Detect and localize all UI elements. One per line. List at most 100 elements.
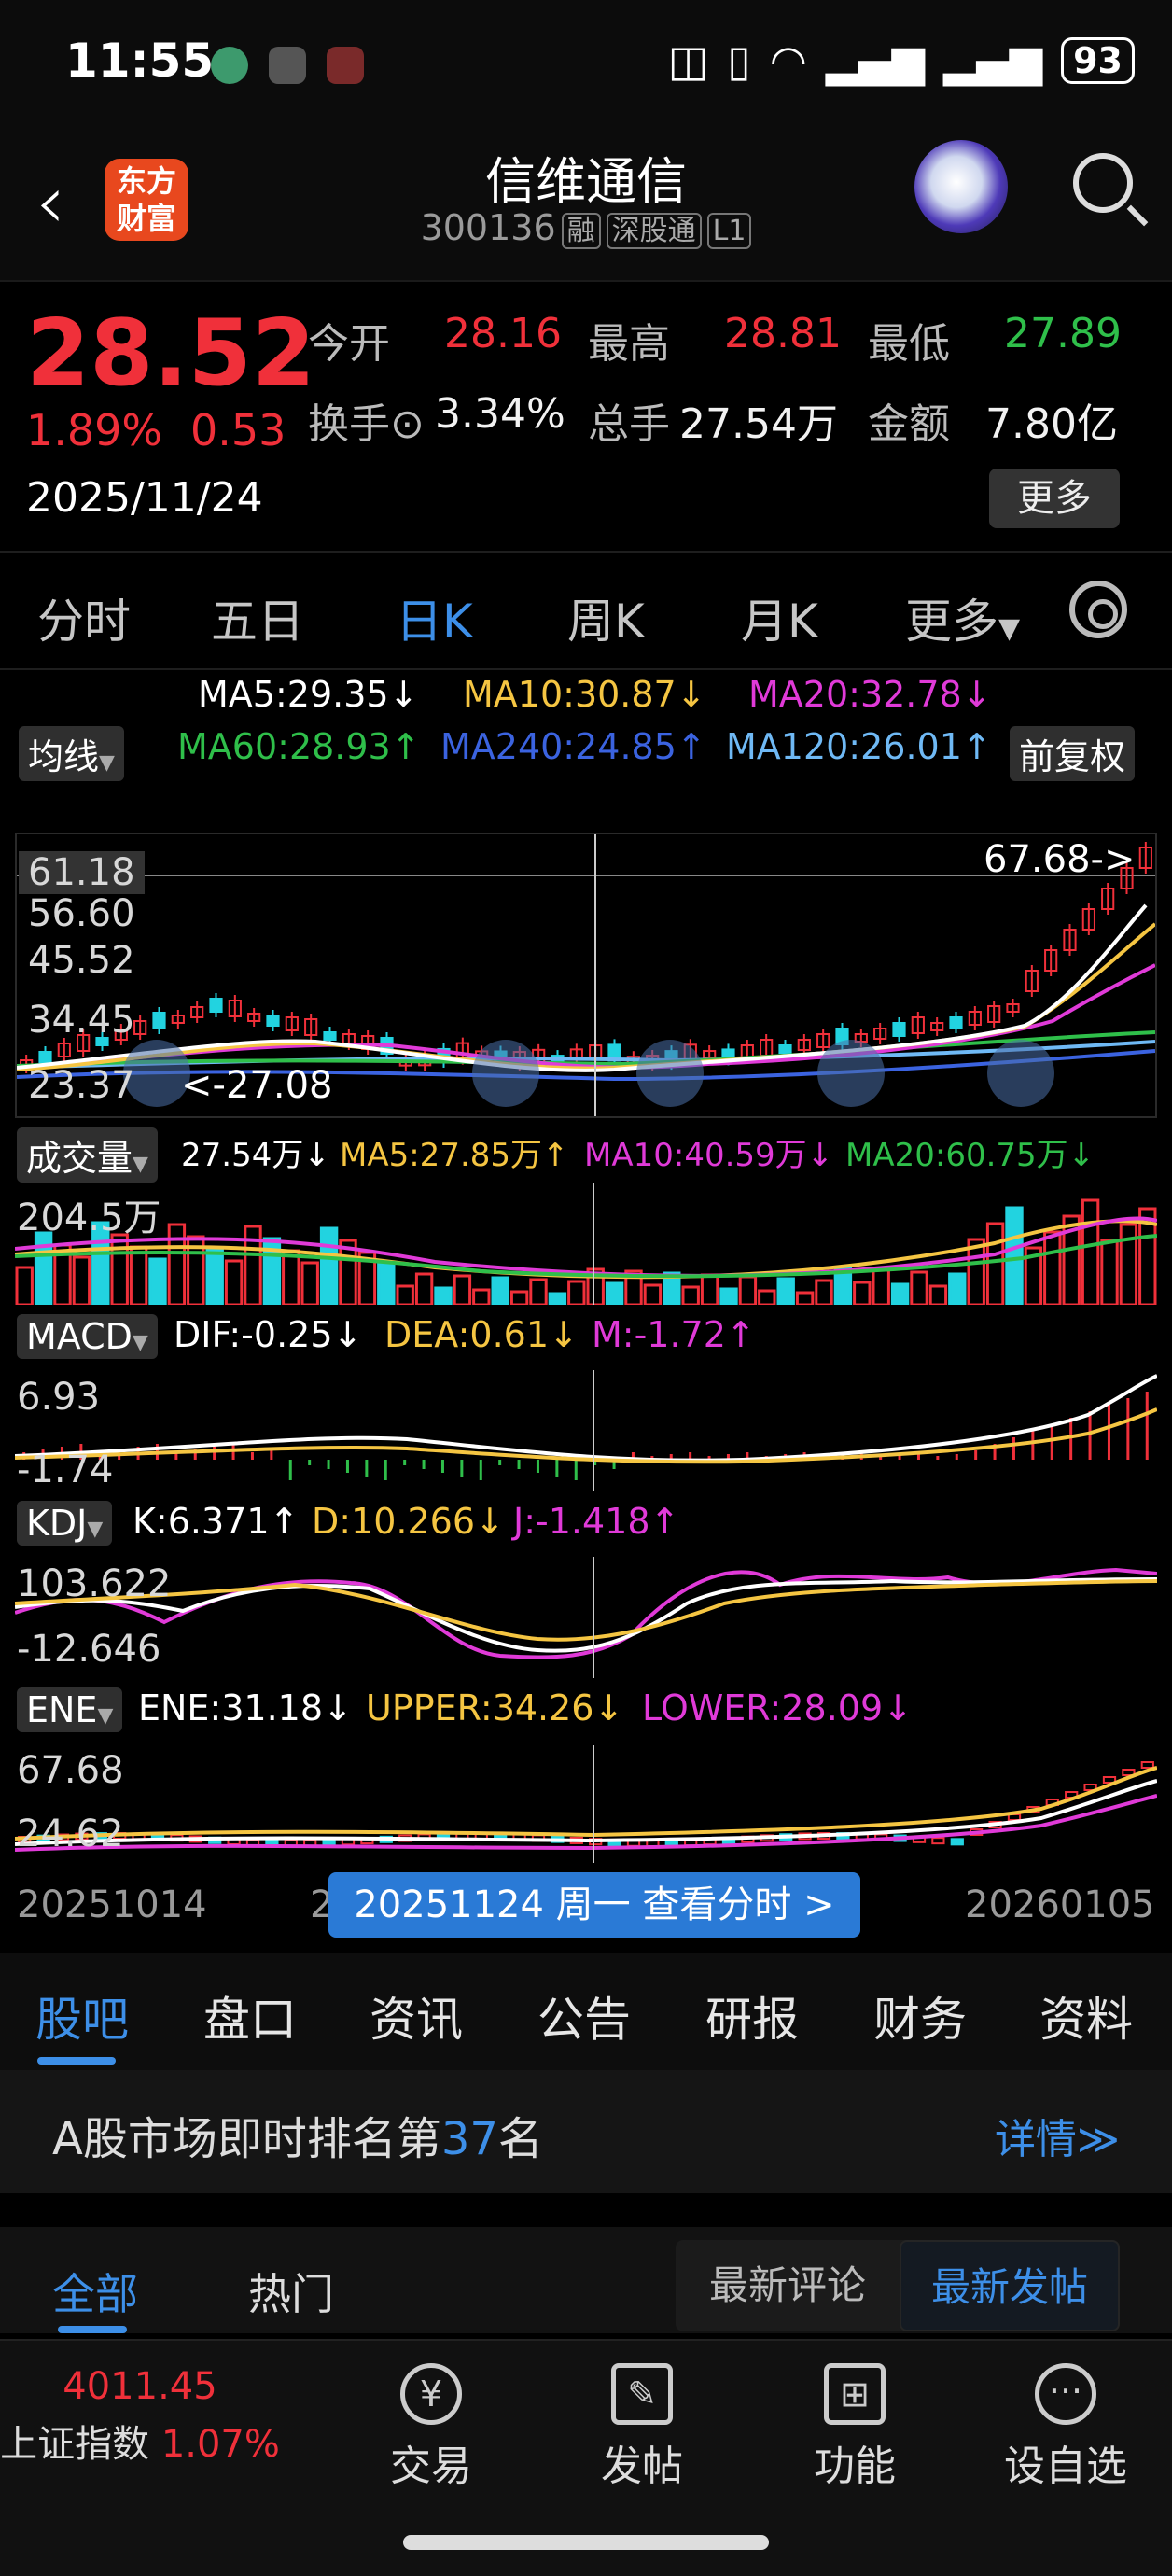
yen-icon: ¥ — [400, 2363, 462, 2425]
volume-bar — [738, 1275, 758, 1305]
axis-label: 61.18 — [19, 851, 145, 894]
axis-label: -1.74 — [17, 1449, 114, 1491]
nav-post[interactable]: ✎ 发帖 — [558, 2363, 726, 2492]
ene-lower: LOWER:28.09↓ — [642, 1687, 913, 1729]
volume-bar — [1100, 1239, 1119, 1305]
macd-bar — [345, 1460, 349, 1473]
min-price-note: <-27.08 — [181, 1064, 333, 1107]
macd-dea: DEA:0.61↓ — [384, 1314, 579, 1355]
tab-weekly-k[interactable]: 周K — [567, 584, 645, 651]
caret-down-icon: ▼ — [133, 1153, 148, 1176]
ene-upper: UPPER:34.26↓ — [366, 1687, 624, 1729]
macd-bar — [936, 1456, 940, 1460]
tab-all[interactable]: 全部 — [52, 2261, 138, 2322]
ma10-label: MA10:30.87↓ — [463, 674, 706, 715]
more-dots-icon: ··· — [1035, 2363, 1096, 2425]
volume-bar — [681, 1285, 700, 1305]
amount-value: 7.80亿 — [985, 400, 1118, 448]
assistant-robot-icon[interactable] — [914, 140, 1008, 233]
volume-bar — [282, 1249, 300, 1305]
candle — [209, 998, 223, 1013]
tab-hot[interactable]: 热门 — [248, 2261, 334, 2322]
macd-selector[interactable]: MACD▼ — [17, 1314, 158, 1359]
tab-announcements[interactable]: 公告 — [537, 1982, 631, 2050]
nav-trade[interactable]: ¥ 交易 — [347, 2363, 515, 2492]
kdj-j: J:-1.418↑ — [513, 1501, 680, 1542]
macd-bar — [403, 1460, 407, 1465]
high-label: 最高 — [588, 320, 670, 368]
home-indicator[interactable] — [403, 2535, 769, 2550]
sort-latest-comment[interactable]: 最新评论 — [676, 2240, 900, 2331]
tab-minute[interactable]: 分时 — [37, 584, 131, 651]
volume-bar — [910, 1270, 928, 1305]
volume-bar — [985, 1222, 1005, 1305]
ma5-label: MA5:29.35↓ — [198, 674, 419, 715]
axis-label: 56.60 — [28, 892, 135, 935]
status-right: ◫ ▯ ◠ ▂▄▆ ▂▄▆ 93 — [668, 35, 1135, 86]
macd-bar — [308, 1460, 312, 1465]
volume-bar — [548, 1292, 567, 1305]
volume-bar — [1043, 1230, 1062, 1305]
nav-functions[interactable]: ⊞ 功能 — [771, 2363, 939, 2492]
volume-bar — [567, 1280, 586, 1305]
sort-latest-post[interactable]: 最新发帖 — [900, 2240, 1120, 2331]
ma20-label: MA20:32.78↓ — [748, 674, 992, 715]
ene-selector[interactable]: ENE▼ — [17, 1687, 123, 1732]
volume-bar — [491, 1276, 509, 1305]
ma120-label: MA120:26.01↑ — [726, 726, 992, 767]
volume-bar — [815, 1279, 833, 1305]
turnover-label: 换手⊙ — [308, 400, 425, 448]
view-intraday-button[interactable]: 20251124 周一 查看分时 > — [328, 1872, 860, 1938]
macd-bar — [384, 1460, 387, 1480]
nav-watchlist[interactable]: ··· 设自选 — [982, 2363, 1150, 2492]
kline-panel[interactable]: 61.18 56.60 45.52 34.45 23.37 67.68-> <-… — [15, 833, 1157, 1118]
tab-profile[interactable]: 资料 — [1039, 1982, 1133, 2050]
tab-research[interactable]: 研报 — [705, 1982, 799, 2050]
candle — [323, 1031, 337, 1041]
search-icon[interactable] — [1073, 153, 1133, 213]
macd-bar — [517, 1460, 521, 1469]
axis-label: 103.622 — [17, 1562, 172, 1605]
volume-selector[interactable]: 成交量▼ — [17, 1127, 158, 1183]
period-tabs: 分时 五日 日K 周K 月K 更多▼ — [0, 551, 1172, 670]
volume-panel[interactable]: 204.5万 — [15, 1183, 1157, 1305]
index-ticker[interactable]: 4011.45 上证指数 1.07% — [0, 2365, 280, 2468]
macd-panel[interactable]: 6.93 -1.74 — [15, 1370, 1157, 1491]
ene-panel[interactable]: 67.68 24.62 — [15, 1745, 1157, 1863]
more-button[interactable]: 更多 — [989, 469, 1120, 528]
macd-chart — [15, 1370, 1157, 1491]
caret-down-icon: ▼ — [132, 1331, 148, 1354]
caret-down-icon: ▼ — [998, 612, 1021, 645]
tab-order-book[interactable]: 盘口 — [203, 1982, 297, 2050]
macd-bar — [422, 1460, 426, 1469]
volume-bar — [1081, 1198, 1100, 1305]
rank-banner[interactable]: A股市场即时排名第37名 详情≫ — [0, 2070, 1172, 2193]
rank-detail-link[interactable]: 详情≫ — [995, 2106, 1120, 2165]
adjust-button[interactable]: 前复权 — [1010, 726, 1136, 781]
macd-bar — [1145, 1392, 1149, 1460]
volume-bar — [605, 1281, 624, 1305]
tab-news[interactable]: 资讯 — [370, 1982, 463, 2050]
signal-icon: ▂▄▆ — [825, 35, 925, 86]
ma-selector[interactable]: 均线▼ — [19, 726, 124, 781]
kdj-selector[interactable]: KDJ▼ — [17, 1501, 113, 1546]
tab-guba[interactable]: 股吧 — [35, 1982, 129, 2050]
volume-bar — [529, 1278, 548, 1305]
volume-bar — [872, 1268, 890, 1305]
gear-icon[interactable] — [1069, 581, 1127, 638]
tab-monthly-k[interactable]: 月K — [741, 584, 818, 651]
tab-five-day[interactable]: 五日 — [211, 584, 304, 651]
macd-bar — [1088, 1411, 1092, 1460]
volume-ma10: MA10:40.59万↓ — [584, 1137, 834, 1174]
kdj-panel[interactable]: 103.622 -12.646 — [15, 1557, 1157, 1678]
volume-bar — [776, 1277, 795, 1305]
active-tab-indicator — [37, 2057, 116, 2065]
volume-bar — [758, 1289, 776, 1305]
turnover-value: 3.34% — [435, 390, 565, 438]
tab-daily-k[interactable]: 日K — [396, 584, 473, 651]
change-pct: 1.89% — [26, 405, 163, 455]
candle — [949, 1016, 963, 1029]
tab-more[interactable]: 更多▼ — [905, 584, 1020, 651]
app-notification-icon — [327, 47, 364, 84]
tab-finance[interactable]: 财务 — [873, 1982, 967, 2050]
